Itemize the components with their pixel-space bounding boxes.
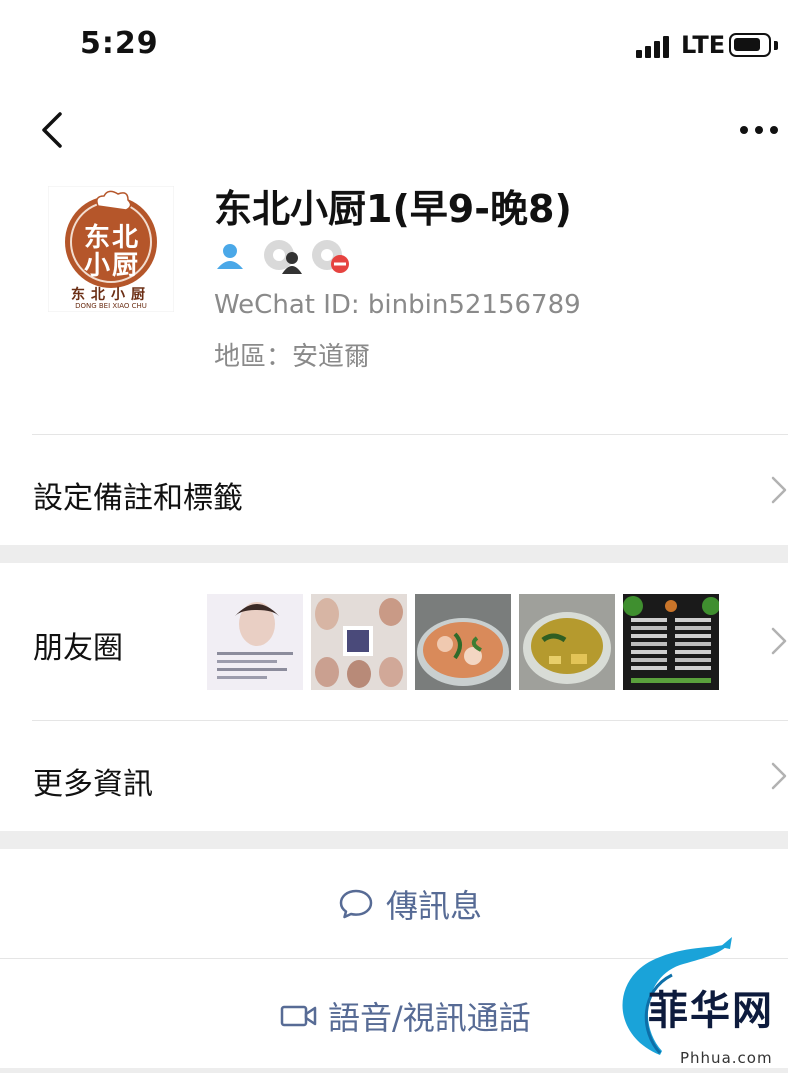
back-icon[interactable] [36,108,80,152]
video-camera-icon [280,1005,317,1027]
more-options-icon[interactable] [736,114,782,146]
signal-icon [636,36,674,58]
send-message-label: 傳訊息 [386,887,483,925]
blocked-moments-icon [312,240,349,273]
battery-icon [729,33,771,57]
moments-thumbnails[interactable] [207,594,719,690]
avatar[interactable]: 东北小厨 东北小厨 DONG BEI XIAO CHU [47,185,175,313]
chevron-right-icon [771,627,787,655]
region: 地區：安道爾 [214,342,371,372]
moments-label: 朋友圈 [33,631,123,666]
moments-photo[interactable] [623,594,719,690]
chevron-right-icon [771,476,787,504]
profile-name: 东北小厨1(早9-晚8) [214,187,572,231]
section-separator [0,831,788,849]
status-bar: 5:29 LTE [0,0,788,90]
profile-status-icons [214,238,374,276]
friends-icon [264,240,302,274]
moments-photo[interactable] [311,594,407,690]
watermark-text: 菲华网 [648,987,774,1034]
chevron-right-icon [771,762,787,790]
set-remarks-tags-label: 設定備註和標籤 [33,481,243,516]
set-remarks-tags-row[interactable]: 設定備註和標籤 [0,435,788,545]
wechat-id: WeChat ID: binbin52156789 [214,290,581,320]
avatar-logo-text: 东北小厨 [83,223,140,281]
person-icon [217,244,243,269]
avatar-en-text: DONG BEI XIAO CHU [75,302,147,310]
battery-tip [774,41,778,50]
network-type: LTE [681,31,726,59]
moments-photo[interactable] [519,594,615,690]
avatar-sub-text: 东北小厨 [71,287,151,303]
status-time: 5:29 [80,26,159,61]
moments-photo[interactable] [207,594,303,690]
moments-photo[interactable] [415,594,511,690]
chat-bubble-icon [339,889,373,919]
section-separator [0,545,788,563]
watermark-url: Phhua.com [680,1049,773,1067]
voice-video-call-label: 語音/視訊通話 [328,999,531,1037]
more-info-row[interactable]: 更多資訊 [0,721,788,831]
more-info-label: 更多資訊 [33,767,153,802]
